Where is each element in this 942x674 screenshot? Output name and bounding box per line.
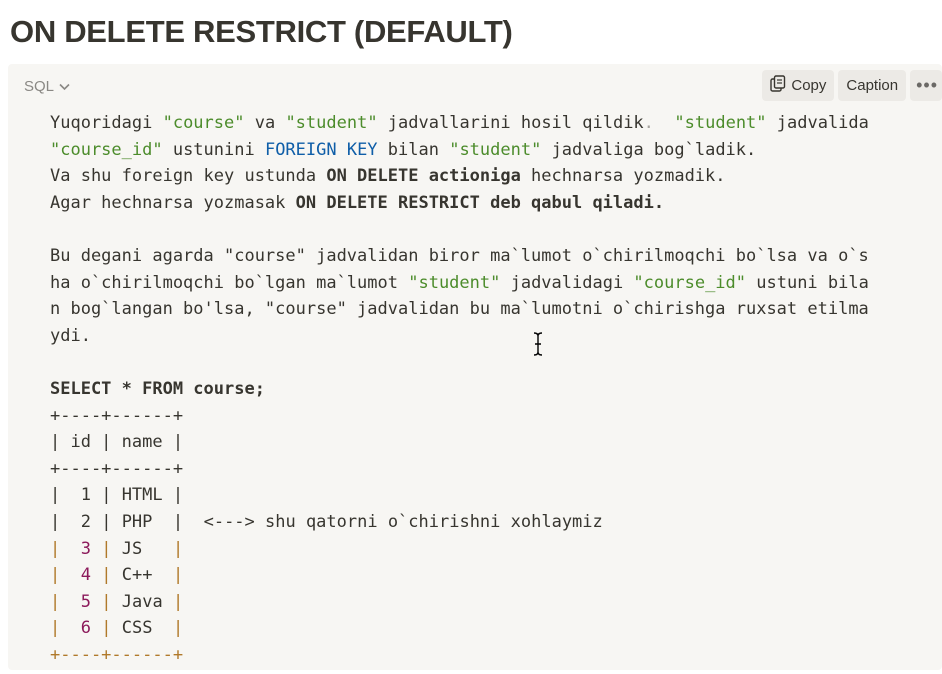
code-line: n bog`langan bo'lsa, "course" jadvalidan… (50, 299, 869, 320)
text-cursor-icon (531, 331, 545, 362)
more-dots-icon: ••• (916, 75, 938, 95)
code-line: ydi. (50, 325, 91, 346)
sql-query: SELECT * FROM course; (50, 378, 265, 399)
more-options-button[interactable]: ••• (910, 70, 942, 101)
table-row: | 1 | HTML | (50, 485, 184, 506)
code-line: Agar hechnarsa yozmasak ON DELETE RESTRI… (50, 192, 665, 213)
table-border: +----+------+ (50, 405, 184, 426)
code-block[interactable]: SQL Copy Caption ••• Yuqoridagi "course"… (8, 64, 942, 670)
table-row: | 2 | PHP | <---> shu qatorni o`chirishn… (50, 511, 603, 532)
code-line: Bu degani agarda "course" jadvalidan bir… (50, 245, 869, 266)
table-header: | id | name | (50, 432, 184, 453)
language-label: SQL (24, 78, 55, 95)
code-toolbar: Copy Caption ••• (762, 70, 942, 101)
code-content[interactable]: Yuqoridagi "course" va "student" jadvall… (50, 110, 869, 668)
copy-icon (770, 75, 786, 96)
table-border: +----+------+ (50, 644, 184, 665)
language-selector[interactable]: SQL (24, 78, 70, 95)
table-row: | 3 | JS | (50, 538, 184, 559)
copy-label: Copy (791, 77, 827, 94)
code-line: ha o`chirilmoqchi bo`lgan ma`lumot "stud… (50, 272, 869, 293)
code-line: Va shu foreign key ustunda ON DELETE act… (50, 166, 726, 187)
table-row: | 5 | Java | (50, 591, 184, 612)
table-row: | 4 | C++ | (50, 565, 184, 586)
code-line: "course_id" ustunini FOREIGN KEY bilan "… (50, 139, 757, 160)
code-line: Yuqoridagi "course" va "student" jadvall… (50, 113, 869, 133)
caption-label: Caption (846, 77, 899, 94)
copy-button[interactable]: Copy (762, 70, 835, 101)
page-title: ON DELETE RESTRICT (DEFAULT) (10, 14, 513, 49)
row-note: <---> shu qatorni o`chirishni xohlaymiz (183, 511, 603, 532)
table-row: | 6 | CSS | (50, 618, 184, 639)
table-border: +----+------+ (50, 458, 184, 479)
caption-button[interactable]: Caption (838, 70, 907, 101)
chevron-down-icon (59, 83, 70, 91)
